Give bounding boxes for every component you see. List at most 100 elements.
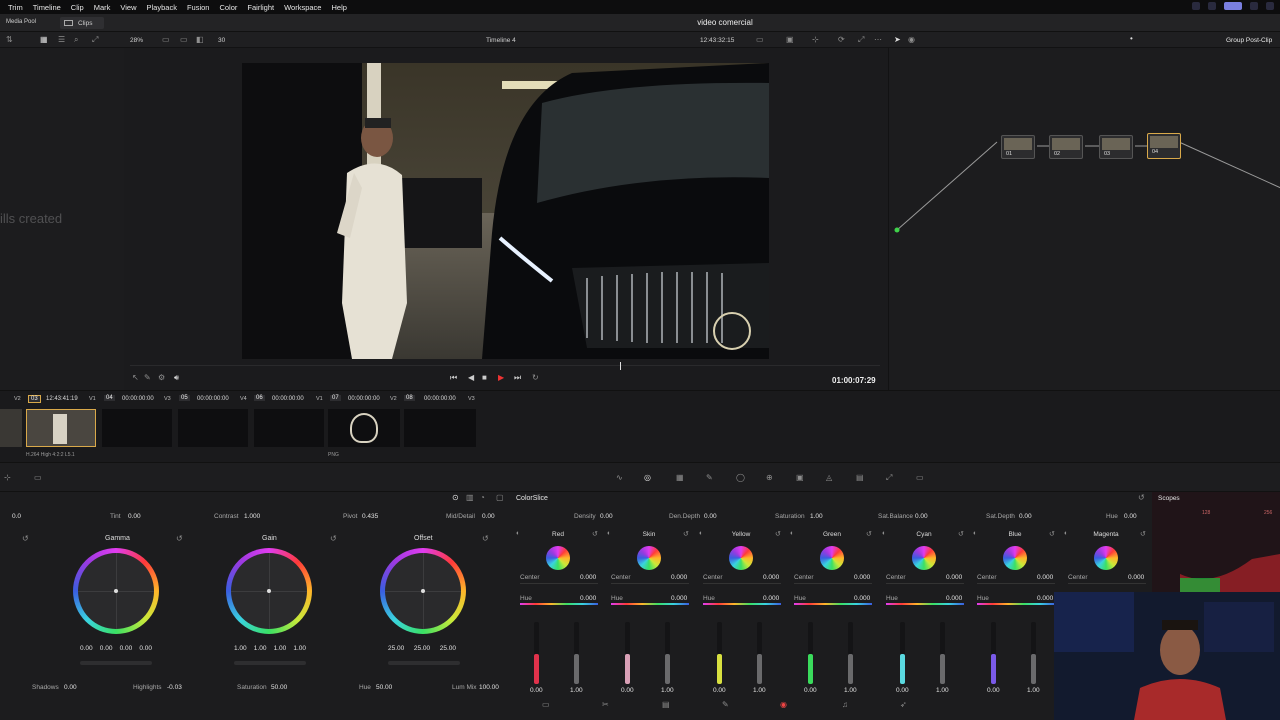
gain-y[interactable]: 1.00 (234, 645, 247, 652)
viewer-option-icon[interactable]: ▭ (756, 35, 764, 44)
fairlight-page-icon[interactable]: ♫ (842, 700, 848, 709)
node-02[interactable]: 02 (1049, 135, 1083, 159)
node-mode-label[interactable]: Group Post-Clip (1226, 37, 1272, 44)
center-value[interactable]: 0.000 (671, 574, 687, 581)
pivot-value[interactable]: 0.435 (362, 513, 378, 520)
key-icon[interactable]: ▤ (856, 473, 864, 482)
playhead[interactable] (620, 362, 621, 370)
clip-thumbnail[interactable] (0, 409, 22, 447)
center-slider[interactable] (1068, 583, 1146, 584)
color-page-icon[interactable]: ◉ (780, 700, 787, 709)
density-fader[interactable] (991, 622, 996, 684)
cut-page-icon[interactable]: ✂ (602, 700, 609, 709)
monitor-icon[interactable]: ▭ (34, 473, 42, 482)
deliver-page-icon[interactable]: ➶ (900, 700, 907, 709)
hue-row-value[interactable]: 0.000 (580, 595, 596, 602)
reset-icon[interactable]: ↺ (958, 530, 964, 538)
clip-thumbnail[interactable] (178, 409, 248, 447)
hue-row-value[interactable]: 0.000 (671, 595, 687, 602)
menu-help[interactable]: Help (327, 3, 352, 12)
density-value[interactable]: 0.00 (896, 687, 909, 694)
saturation-value[interactable]: 1.00 (753, 687, 766, 694)
view-mode-icon[interactable]: ◧ (196, 35, 204, 44)
menu-view[interactable]: View (116, 3, 142, 12)
menu-workspace[interactable]: Workspace (280, 3, 327, 12)
bars-mode-icon[interactable]: ▥ (466, 493, 474, 502)
saturation-value[interactable]: 1.00 (844, 687, 857, 694)
gain-b[interactable]: 1.00 (293, 645, 306, 652)
video-frame[interactable] (242, 63, 769, 359)
density-value[interactable]: 0.00 (600, 513, 613, 520)
menu-clip[interactable]: Clip (67, 3, 90, 12)
zoom-level[interactable]: 28% (130, 37, 143, 44)
skip-forward-icon[interactable]: ⏭ (514, 373, 521, 383)
density-fader[interactable] (717, 622, 722, 684)
scrub-bar[interactable] (130, 365, 880, 366)
offset-wheel[interactable] (380, 548, 466, 634)
hue-value[interactable]: 50.00 (376, 684, 392, 691)
node-03[interactable]: 03 (1099, 135, 1133, 159)
viewer-option-icon[interactable]: ⊹ (812, 35, 819, 44)
center-value[interactable]: 0.000 (854, 574, 870, 581)
list-view-icon[interactable]: ☰ (58, 35, 65, 44)
menu-mark[interactable]: Mark (90, 3, 117, 12)
highlight-dot-icon[interactable]: • (1130, 34, 1133, 43)
color-wheels-icon[interactable]: ◎ (644, 473, 651, 482)
hue-slider[interactable] (611, 603, 689, 605)
hue-slider[interactable] (886, 603, 964, 605)
clip-thumbnail[interactable] (254, 409, 324, 447)
reset-icon[interactable]: ↺ (1049, 530, 1055, 538)
density-fader[interactable] (808, 622, 813, 684)
tab-clips[interactable]: Clips (60, 17, 104, 29)
offset-jog[interactable] (388, 661, 460, 665)
offset-r[interactable]: 25.00 (388, 645, 404, 652)
expand-icon[interactable]: ⤢ (92, 35, 98, 45)
slice-hue-wheel[interactable] (546, 546, 570, 570)
slice-hue-wheel[interactable] (1094, 546, 1118, 570)
clip-thumbnail-logo[interactable] (328, 409, 400, 447)
gamma-jog[interactable] (80, 661, 152, 665)
tray-icon[interactable] (1266, 2, 1274, 10)
search-icon[interactable]: ⌕ (74, 35, 78, 45)
blur-icon[interactable]: ◬ (826, 473, 832, 482)
window-icon[interactable]: ◯ (736, 473, 745, 482)
pointer-icon[interactable]: ➤ (894, 35, 901, 44)
saturation-value[interactable]: 1.00 (570, 687, 583, 694)
media-page-icon[interactable]: ▭ (542, 700, 550, 709)
fusion-page-icon[interactable]: ✎ (722, 700, 729, 709)
slice-hue-wheel[interactable] (637, 546, 661, 570)
density-value[interactable]: 0.00 (804, 687, 817, 694)
hand-icon[interactable]: ◉ (908, 35, 915, 44)
magic-mask-icon[interactable]: ▣ (796, 473, 804, 482)
density-fader[interactable] (900, 622, 905, 684)
reset-icon[interactable]: ↺ (866, 530, 872, 538)
saturation-value[interactable]: 1.00 (810, 513, 823, 520)
center-slider[interactable] (886, 583, 964, 584)
view-mode-icon[interactable]: ▭ (180, 35, 188, 44)
saturation-fader[interactable] (757, 622, 762, 684)
highlights-value[interactable]: -0.03 (167, 684, 182, 691)
hdr-mode-icon[interactable]: ▢ (496, 493, 504, 502)
clip-thumbnail[interactable] (404, 409, 476, 447)
offset-b[interactable]: 25.00 (440, 645, 456, 652)
reset-icon[interactable]: ↺ (683, 530, 689, 538)
gamma-b[interactable]: 0.00 (139, 645, 152, 652)
tab-media-pool[interactable]: Media Pool (6, 19, 36, 25)
log-mode-icon[interactable]: ◔ (480, 493, 485, 502)
curves-icon[interactable]: ∿ (616, 473, 623, 482)
viewer-option-icon[interactable]: ⟳ (838, 35, 845, 44)
timeline-selector[interactable]: Timeline 4 (486, 37, 516, 44)
more-icon[interactable]: ⋯ (874, 35, 882, 44)
slice-hue-wheel[interactable] (912, 546, 936, 570)
center-value[interactable]: 0.000 (580, 574, 596, 581)
density-value[interactable]: 0.00 (987, 687, 1000, 694)
reset-icon[interactable]: ↺ (1138, 493, 1145, 502)
density-value[interactable]: 0.00 (713, 687, 726, 694)
tray-icon[interactable] (1224, 2, 1242, 10)
settings-icon[interactable]: ⚙ (158, 373, 165, 382)
center-value[interactable]: 0.000 (946, 574, 962, 581)
saturation-value[interactable]: 1.00 (936, 687, 949, 694)
lum-mix-value[interactable]: 100.00 (479, 684, 499, 691)
hue-value[interactable]: 0.00 (1124, 513, 1137, 520)
sizing-icon[interactable]: ⤢ (886, 473, 892, 483)
